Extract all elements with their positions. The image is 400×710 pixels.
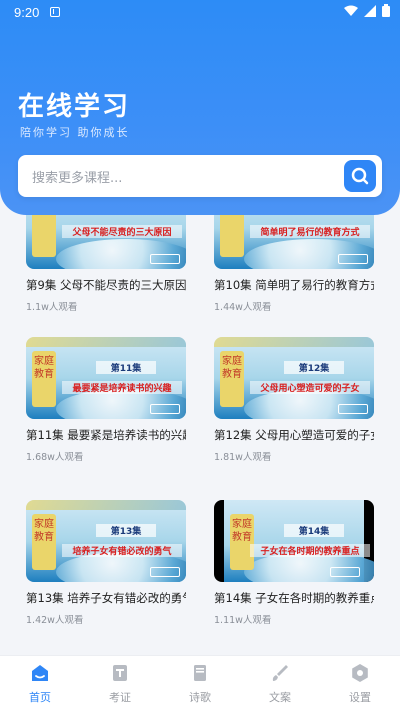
thumbnail-episode: 第14集: [284, 524, 344, 537]
search-input[interactable]: 搜索更多课程...: [32, 167, 122, 186]
thumbnail-episode: 第12集: [284, 361, 344, 374]
settings-icon: [352, 664, 368, 682]
channel-logo: [330, 567, 360, 577]
page-subtitle: 陪你学习 助你成长: [20, 126, 130, 139]
thumbnail-badge: 教育: [32, 215, 56, 257]
status-bar: 9:20: [0, 0, 400, 26]
channel-logo: [150, 254, 180, 264]
status-time: 9:20: [14, 5, 40, 20]
view-count: 1.1w人观看: [26, 302, 78, 313]
thumbnail-badge: 家庭教育: [32, 351, 56, 407]
thumbnail-caption: 父母用心塑造可爱的子女: [250, 381, 370, 394]
course-thumbnail[interactable]: 教育 简单明了易行的教育方式: [214, 215, 374, 269]
thumbnail-badge: 家庭教育: [230, 514, 254, 570]
tab-label: 设置: [349, 691, 371, 704]
course-thumbnail[interactable]: 家庭教育 第13集 培养子女有错必改的勇气: [26, 500, 186, 582]
header: 9:20 在线学习 陪你学习 助你成长 搜索更多课程...: [0, 0, 400, 215]
course-thumbnail[interactable]: 家庭教育 第14集 子女在各时期的教养重点: [214, 500, 374, 582]
course-card[interactable]: 教育 父母不能尽责的三大原因 第9集 父母不能尽责的三大原因 1.1w人观看: [26, 215, 186, 313]
tab-copywriting[interactable]: 文案: [250, 662, 310, 705]
thumbnail-caption: 父母不能尽责的三大原因: [62, 225, 182, 238]
tab-label: 首页: [29, 691, 51, 704]
thumbnail-badge: 家庭教育: [32, 514, 56, 570]
channel-logo: [150, 567, 180, 577]
course-thumbnail[interactable]: 家庭教育 第11集 最要紧是培养读书的兴趣: [26, 337, 186, 419]
tab-settings[interactable]: 设置: [330, 662, 390, 705]
course-card[interactable]: 教育 简单明了易行的教育方式 第10集 简单明了易行的教育方式 1.44w人观看: [214, 215, 374, 313]
tab-poetry[interactable]: 诗歌: [170, 662, 230, 705]
certificate-icon: [113, 665, 127, 681]
course-title[interactable]: 第9集 父母不能尽责的三大原因: [26, 277, 186, 293]
view-count: 1.42w人观看: [26, 615, 84, 626]
course-title[interactable]: 第10集 简单明了易行的教育方式: [214, 277, 374, 293]
course-grid: 教育 父母不能尽责的三大原因 第9集 父母不能尽责的三大原因 1.1w人观看 教…: [12, 215, 388, 655]
thumbnail-caption: 最要紧是培养读书的兴趣: [62, 381, 182, 394]
view-count: 1.11w人观看: [214, 615, 272, 626]
signal-icon: [364, 4, 376, 17]
course-card[interactable]: 家庭教育 第13集 培养子女有错必改的勇气 第13集 培养子女有错必改的勇气 1…: [26, 500, 186, 626]
tab-certificate[interactable]: 考证: [90, 662, 150, 705]
thumbnail-episode: 第11集: [96, 361, 156, 374]
course-title[interactable]: 第13集 培养子女有错必改的勇气: [26, 590, 186, 606]
course-title[interactable]: 第14集 子女在各时期的教养重点: [214, 590, 374, 606]
status-icons: [344, 4, 390, 17]
course-title[interactable]: 第11集 最要紧是培养读书的兴趣: [26, 427, 186, 443]
course-thumbnail[interactable]: 家庭教育 第12集 父母用心塑造可爱的子女: [214, 337, 374, 419]
bottom-tab-bar: 首页 考证 诗歌 文案 设置: [0, 655, 400, 710]
course-card[interactable]: 家庭教育 第12集 父母用心塑造可爱的子女 第12集 父母用心塑造可爱的子女 1…: [214, 337, 374, 463]
course-card[interactable]: 家庭教育 第14集 子女在各时期的教养重点 第14集 子女在各时期的教养重点 1…: [214, 500, 374, 626]
wifi-icon: [344, 5, 358, 16]
notification-icon: [50, 7, 60, 17]
tab-label: 文案: [269, 691, 291, 704]
thumbnail-caption: 简单明了易行的教育方式: [250, 225, 370, 238]
page-title: 在线学习: [18, 92, 131, 122]
channel-logo: [338, 404, 368, 414]
view-count: 1.68w人观看: [26, 452, 84, 463]
battery-icon: [382, 4, 390, 17]
thumbnail-badge: 教育: [220, 215, 244, 257]
search-bar[interactable]: 搜索更多课程...: [18, 155, 382, 197]
course-thumbnail[interactable]: 教育 父母不能尽责的三大原因: [26, 215, 186, 269]
course-card[interactable]: 家庭教育 第11集 最要紧是培养读书的兴趣 第11集 最要紧是培养读书的兴趣 1…: [26, 337, 186, 463]
view-count: 1.44w人观看: [214, 302, 272, 313]
brush-icon: [272, 665, 288, 681]
search-button[interactable]: [344, 160, 376, 192]
course-title[interactable]: 第12集 父母用心塑造可爱的子女: [214, 427, 374, 443]
tab-home[interactable]: 首页: [10, 662, 70, 705]
view-count: 1.81w人观看: [214, 452, 272, 463]
channel-logo: [150, 404, 180, 414]
channel-logo: [338, 254, 368, 264]
tab-label: 诗歌: [189, 691, 211, 704]
book-icon: [194, 665, 206, 681]
home-icon: [32, 665, 48, 681]
thumbnail-caption: 培养子女有错必改的勇气: [62, 544, 182, 557]
thumbnail-badge: 家庭教育: [220, 351, 244, 407]
tab-label: 考证: [109, 691, 131, 704]
thumbnail-caption: 子女在各时期的教养重点: [250, 544, 370, 557]
thumbnail-episode: 第13集: [96, 524, 156, 537]
search-icon: [351, 167, 369, 185]
